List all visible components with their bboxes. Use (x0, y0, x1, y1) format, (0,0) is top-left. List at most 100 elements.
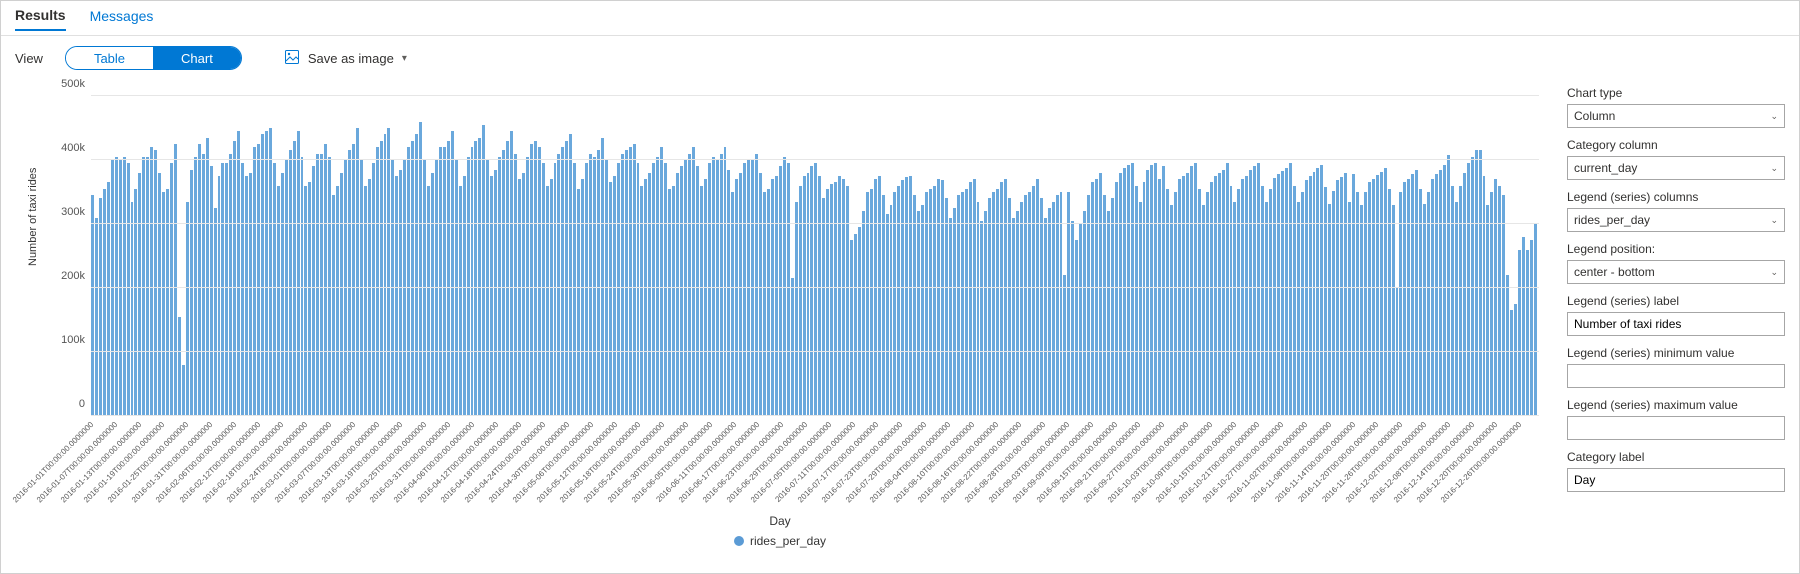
bar (961, 192, 964, 416)
save-as-image-button[interactable]: Save as image ▾ (284, 49, 407, 68)
bar (158, 173, 161, 416)
chart-legend: rides_per_day (1, 534, 1559, 548)
bar (846, 186, 849, 416)
bar (387, 128, 390, 416)
legend-position-label: Legend position: (1567, 242, 1785, 256)
bar (838, 176, 841, 416)
bar (384, 134, 387, 416)
bar (739, 173, 742, 416)
bar (696, 166, 699, 416)
bar (1376, 175, 1379, 416)
bar (1127, 165, 1130, 416)
bar (261, 134, 264, 416)
bar (482, 125, 485, 416)
bar (415, 134, 418, 416)
bar (909, 176, 912, 416)
bar (1309, 176, 1312, 416)
bar (550, 179, 553, 416)
bar (731, 192, 734, 416)
bar (1004, 179, 1007, 416)
view-mode-table[interactable]: Table (66, 47, 153, 69)
bar (1475, 150, 1478, 416)
bar (127, 163, 130, 416)
bar (1372, 179, 1375, 416)
bar (834, 182, 837, 416)
bar (356, 128, 359, 416)
legend-position-select[interactable]: center - bottom ⌄ (1567, 260, 1785, 284)
category-label-label: Category label (1567, 450, 1785, 464)
legend-label-input[interactable] (1567, 312, 1785, 336)
view-mode-chart[interactable]: Chart (153, 47, 241, 69)
bar (937, 179, 940, 416)
legend-min-input[interactable] (1567, 364, 1785, 388)
bar (759, 173, 762, 416)
chart-type-select[interactable]: Column ⌄ (1567, 104, 1785, 128)
bar (878, 176, 881, 416)
bar (455, 160, 458, 416)
bar (190, 170, 193, 416)
tab-messages[interactable]: Messages (90, 8, 154, 30)
bar (1194, 163, 1197, 416)
category-column-select[interactable]: current_day ⌄ (1567, 156, 1785, 180)
bar (862, 211, 865, 416)
bar (95, 218, 98, 416)
bar (1218, 173, 1221, 416)
bar (1459, 186, 1462, 416)
bar (1518, 250, 1521, 416)
bar (1083, 211, 1086, 416)
bar (403, 160, 406, 416)
bar (308, 182, 311, 416)
bar (1245, 176, 1248, 416)
view-label: View (15, 51, 43, 66)
category-label-input[interactable] (1567, 468, 1785, 492)
bar (1099, 173, 1102, 416)
bar (1502, 195, 1505, 416)
bar (1067, 192, 1070, 416)
bar (807, 173, 810, 416)
bar (1447, 155, 1450, 416)
bar (229, 154, 232, 416)
legend-max-input[interactable] (1567, 416, 1785, 440)
bar (684, 160, 687, 416)
bar (779, 166, 782, 416)
bar (933, 186, 936, 416)
bar (1336, 180, 1339, 416)
bar (1170, 205, 1173, 416)
toolbar: View Table Chart Save as image ▾ (1, 36, 1799, 76)
bar (569, 134, 572, 416)
bar (882, 195, 885, 416)
bar (1411, 174, 1414, 416)
bar (1095, 179, 1098, 416)
legend-columns-select[interactable]: rides_per_day ⌄ (1567, 208, 1785, 232)
bar (411, 141, 414, 416)
bar (1111, 198, 1114, 416)
bar (1158, 179, 1161, 416)
bar (1364, 192, 1367, 416)
bar (1490, 192, 1493, 416)
bar (640, 186, 643, 416)
bar (1273, 178, 1276, 416)
bar (348, 150, 351, 416)
bar (285, 160, 288, 416)
result-tabs: Results Messages (1, 1, 1799, 36)
bar (1455, 202, 1458, 416)
bar (1340, 177, 1343, 416)
bar (1463, 173, 1466, 416)
bar (724, 147, 727, 416)
bar (502, 150, 505, 416)
bar (1024, 195, 1027, 416)
bar (486, 160, 489, 416)
bar (447, 141, 450, 416)
bar (1384, 168, 1387, 416)
bar (1431, 179, 1434, 416)
bar (1154, 163, 1157, 416)
bar (506, 141, 509, 416)
bar (692, 147, 695, 416)
tab-results[interactable]: Results (15, 7, 66, 31)
bar (1087, 195, 1090, 416)
bar (1131, 163, 1134, 416)
bar (1206, 192, 1209, 416)
bar (225, 163, 228, 416)
bar (443, 147, 446, 416)
bar (1467, 163, 1470, 416)
